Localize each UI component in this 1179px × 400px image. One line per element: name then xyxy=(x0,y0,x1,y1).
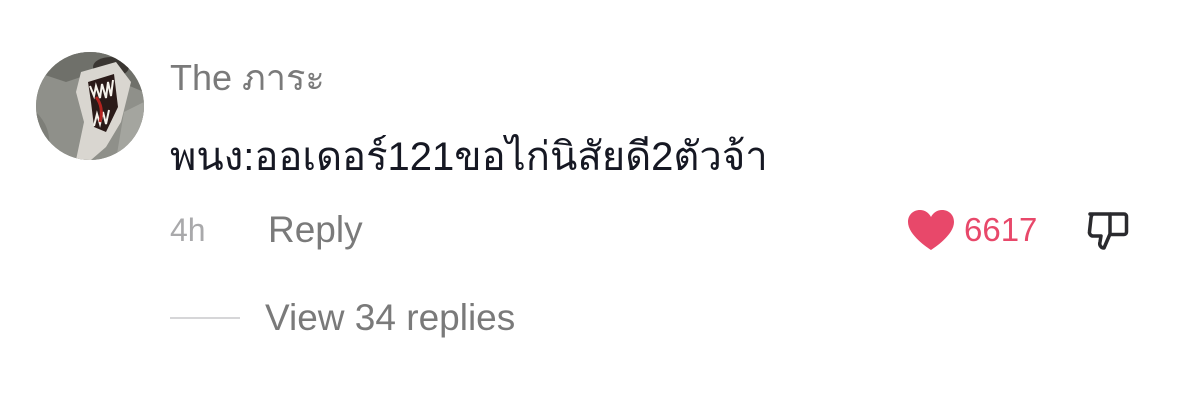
heart-icon xyxy=(908,210,954,250)
reply-button[interactable]: Reply xyxy=(268,208,363,252)
comment-item: The ภาระ พนง:ออเดอร์121ขอไก่นิสัยดี2ตัวจ… xyxy=(0,0,1179,400)
comment-text: พนง:ออเดอร์121ขอไก่นิสัยดี2ตัวจ้า xyxy=(170,135,768,179)
thumbs-down-icon xyxy=(1087,212,1129,250)
dislike-button[interactable] xyxy=(1084,206,1132,254)
view-replies-button[interactable]: View 34 replies xyxy=(265,296,515,340)
avatar-image xyxy=(36,52,144,160)
user-avatar[interactable] xyxy=(36,52,144,160)
username[interactable]: The ภาระ xyxy=(170,56,325,100)
comment-timestamp: 4h xyxy=(170,212,206,248)
like-button[interactable]: 6617 xyxy=(906,207,1037,253)
like-count: 6617 xyxy=(964,211,1038,248)
replies-divider xyxy=(170,317,240,319)
